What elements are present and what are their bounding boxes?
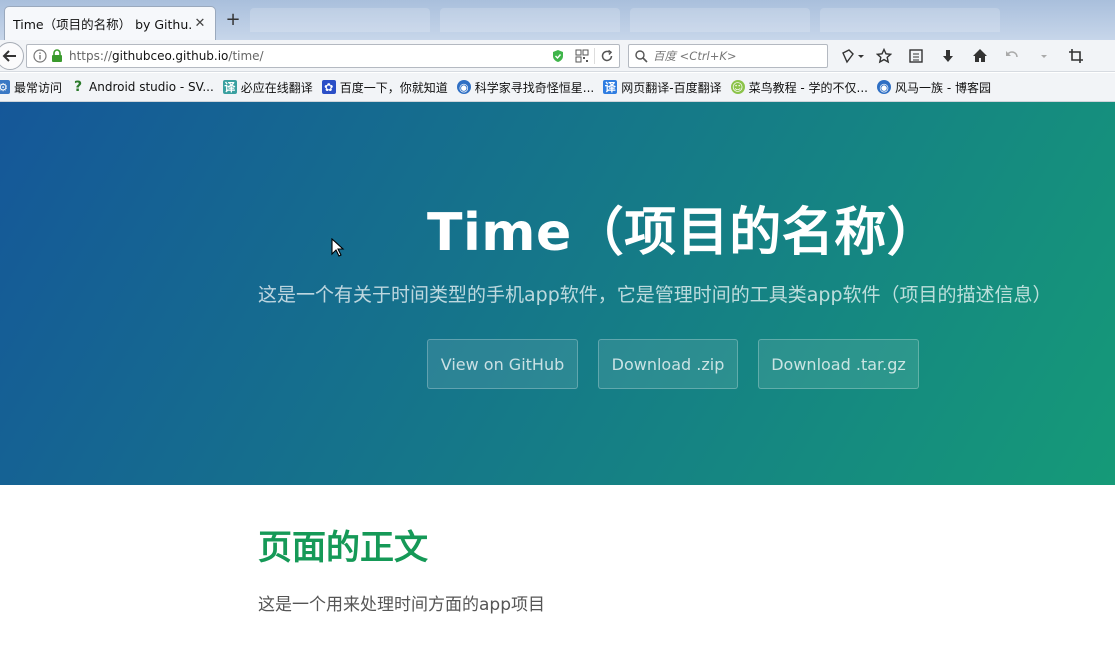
project-title: Time（项目的名称） xyxy=(427,203,940,263)
home-icon[interactable] xyxy=(964,44,996,68)
url-text: https://githubceo.github.io/time/ xyxy=(69,49,264,63)
back-button[interactable] xyxy=(0,42,24,70)
translate-icon: 译 xyxy=(222,80,237,94)
close-icon[interactable]: ✕ xyxy=(193,16,207,31)
url-bar[interactable]: https://githubceo.github.io/time/ xyxy=(26,44,620,68)
active-tab[interactable]: Time（项目的名称） by Githu... ✕ xyxy=(4,6,216,40)
bookmark-runoob[interactable]: ☺ 菜鸟教程 - 学的不仅... xyxy=(730,79,868,96)
bookmarks-bar: ⚙ 最常访问 ? Android studio - SV... 译 必应在线翻译… xyxy=(0,73,1115,102)
gear-icon: ⚙ xyxy=(0,80,10,94)
download-tar-button[interactable]: Download .tar.gz xyxy=(758,339,919,389)
nav-bar: https://githubceo.github.io/time/ 百度 <Ct… xyxy=(0,40,1115,72)
shield-icon[interactable] xyxy=(546,45,570,67)
bookmark-baidu-translate[interactable]: 译 网页翻译-百度翻译 xyxy=(603,79,722,96)
mouse-cursor-icon xyxy=(331,238,345,257)
search-icon xyxy=(635,49,648,63)
question-icon: ? xyxy=(73,79,83,95)
view-on-github-button[interactable]: View on GitHub xyxy=(427,339,578,389)
tab-title: Time（项目的名称） by Githu... xyxy=(13,17,193,32)
reload-icon[interactable] xyxy=(595,45,619,67)
bookmark-android-studio[interactable]: ? Android studio - SV... xyxy=(71,79,214,95)
pocket-menu-icon[interactable] xyxy=(836,44,868,68)
extension-icon[interactable] xyxy=(1060,44,1092,68)
qr-code-icon[interactable] xyxy=(570,45,594,67)
background-tab xyxy=(250,8,430,32)
background-tab xyxy=(820,8,1000,32)
toolbar xyxy=(836,44,1092,68)
new-tab-button[interactable]: + xyxy=(222,9,244,31)
back-arrow-icon xyxy=(2,50,16,62)
bookmark-science[interactable]: ◉ 科学家寻找奇怪恒星... xyxy=(456,79,594,96)
content-heading: 页面的正文 xyxy=(258,528,428,568)
download-zip-button[interactable]: Download .zip xyxy=(598,339,738,389)
background-tab xyxy=(630,8,810,32)
bookmark-most-visited[interactable]: ⚙ 最常访问 xyxy=(0,79,62,96)
project-tagline: 这是一个有关于时间类型的手机app软件，它是管理时间的工具类app软件（项目的描… xyxy=(258,284,1052,306)
tab-bar: Time（项目的名称） by Githu... ✕ + xyxy=(0,0,1115,40)
info-icon[interactable] xyxy=(33,49,47,63)
yi-icon: 译 xyxy=(603,80,618,94)
firefox-icon: ◉ xyxy=(456,80,471,94)
search-placeholder: 百度 <Ctrl+K> xyxy=(653,49,737,63)
undo-icon[interactable] xyxy=(996,44,1028,68)
content-text: 这是一个用来处理时间方面的app项目 xyxy=(258,595,545,615)
search-input[interactable]: 百度 <Ctrl+K> xyxy=(628,44,828,68)
bookmark-cnblogs[interactable]: ◉ 风马一族 - 博客园 xyxy=(877,79,991,96)
undo-dropdown-icon[interactable] xyxy=(1028,44,1060,68)
download-icon[interactable] xyxy=(932,44,964,68)
reading-list-icon[interactable] xyxy=(900,44,932,68)
lock-icon[interactable] xyxy=(51,49,63,63)
page-header: Time（项目的名称） 这是一个有关于时间类型的手机app软件，它是管理时间的工… xyxy=(0,102,1115,485)
bookmark-bing-translate[interactable]: 译 必应在线翻译 xyxy=(222,79,313,96)
firefox-icon: ◉ xyxy=(877,80,891,94)
background-tab xyxy=(440,8,620,32)
paw-icon: ✿ xyxy=(321,80,336,94)
bookmark-star-icon[interactable] xyxy=(868,44,900,68)
bookmark-baidu[interactable]: ✿ 百度一下，你就知道 xyxy=(321,79,448,96)
runoob-icon: ☺ xyxy=(730,80,745,94)
